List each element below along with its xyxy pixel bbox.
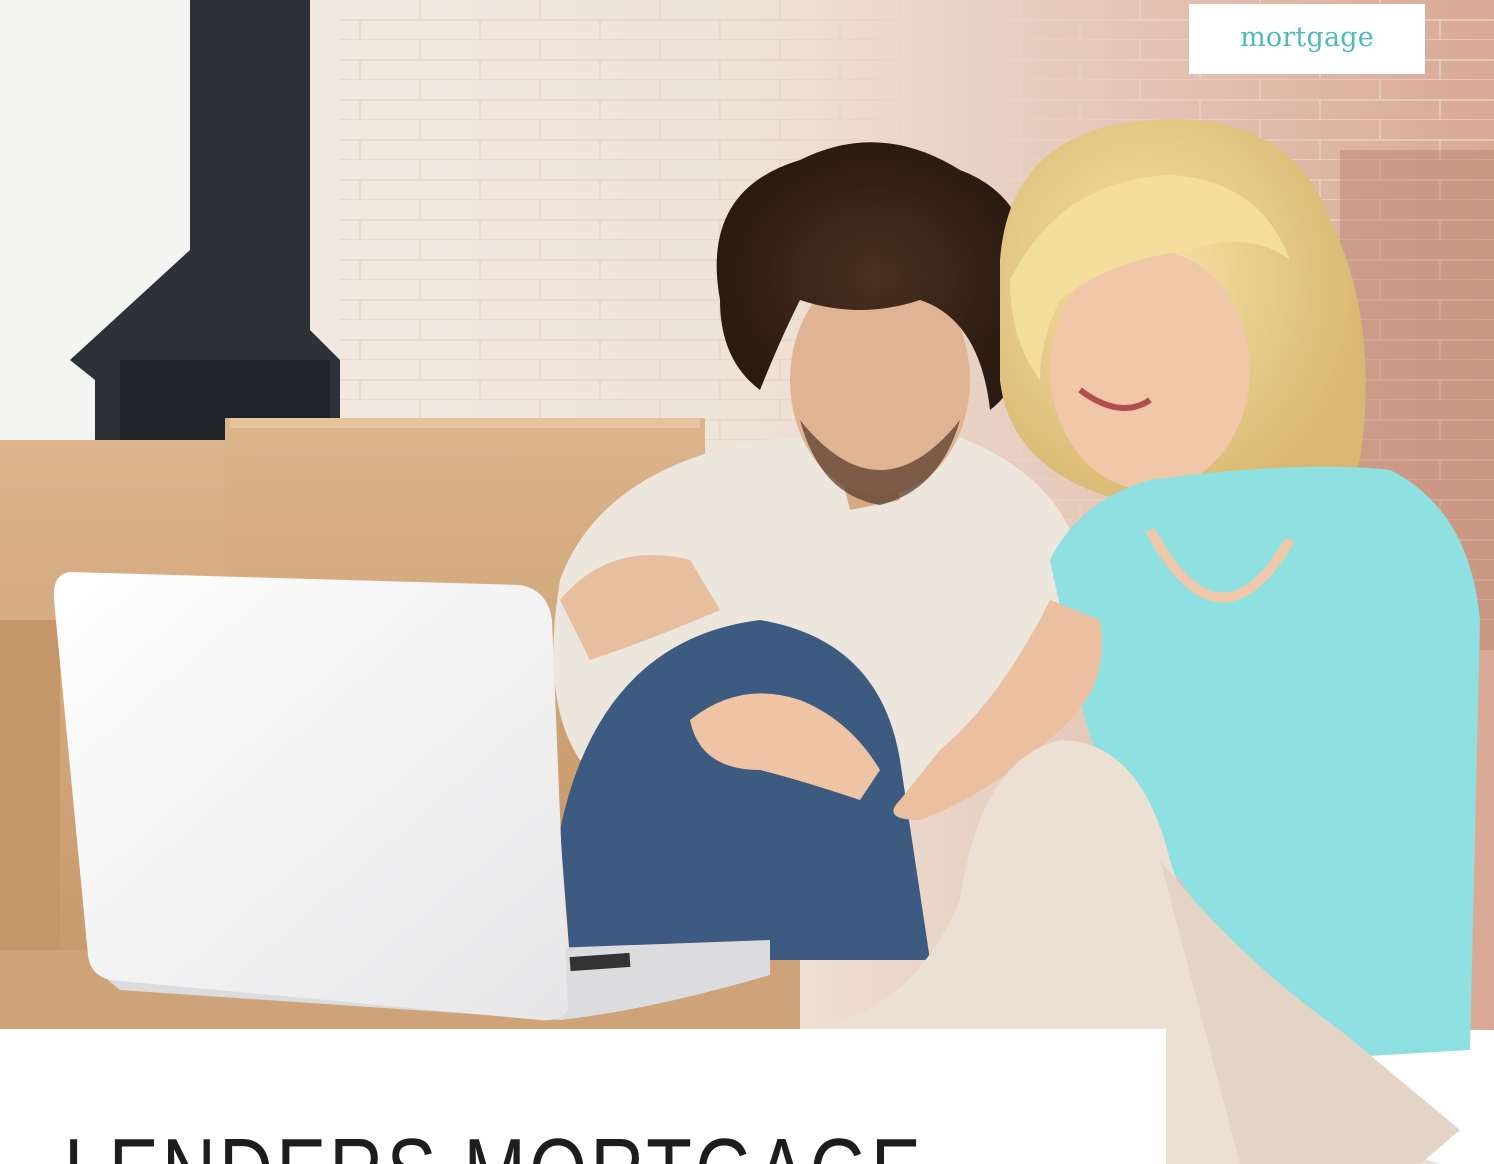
headline: LENDERS MORTGAGE — [64, 1125, 924, 1164]
section-label-tab: mortgage — [1189, 4, 1425, 74]
hero-photo — [0, 0, 1494, 1164]
section-label: mortgage — [1240, 21, 1374, 53]
title-panel: LENDERS MORTGAGE — [0, 1029, 1166, 1164]
